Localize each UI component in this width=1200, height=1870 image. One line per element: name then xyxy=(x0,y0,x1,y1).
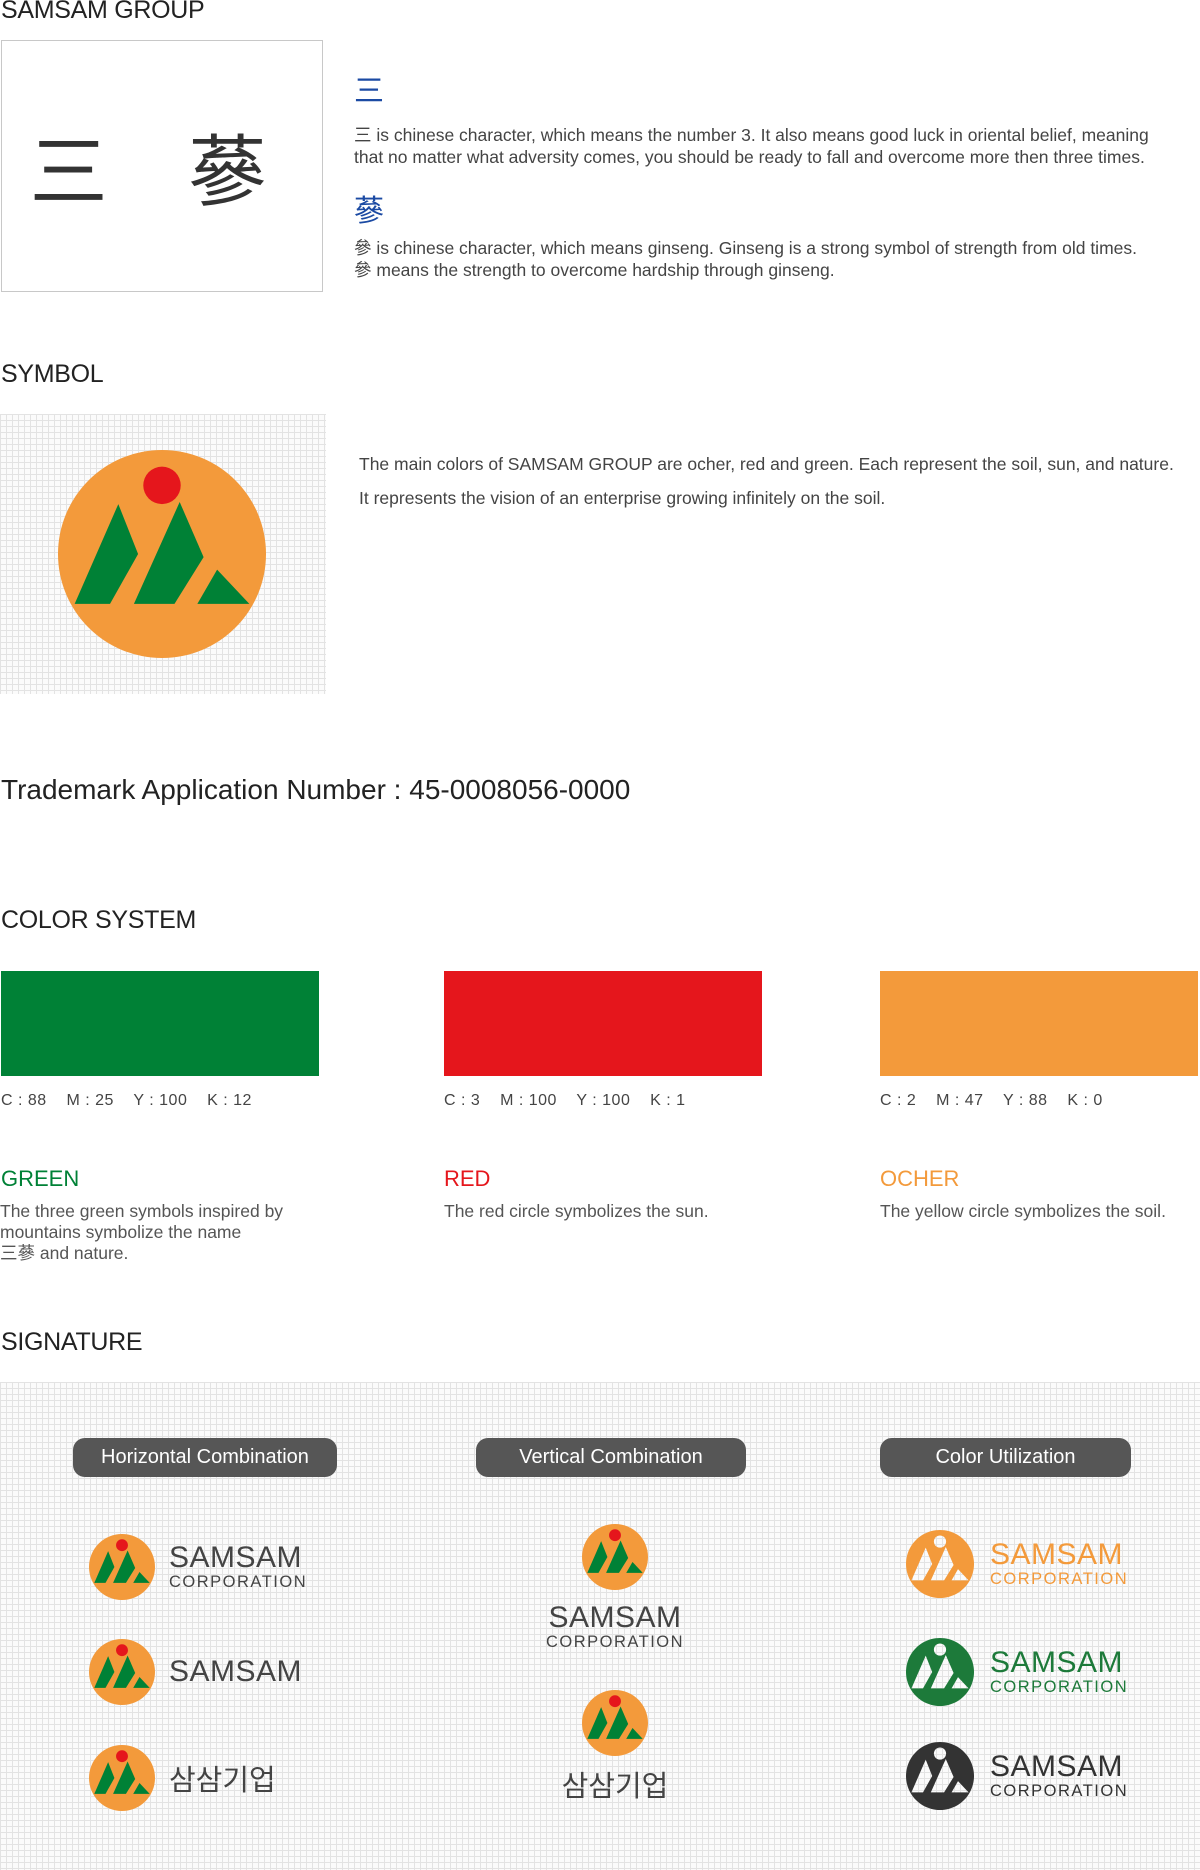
cmyk-ocher: C : 2 M : 47 Y : 88 K : 0 xyxy=(880,1092,1103,1109)
signature-grid-panel: Horizontal Combination Vertical Combinat… xyxy=(0,1382,1200,1870)
section-title-signature: SIGNATURE xyxy=(1,1328,143,1356)
char-ginseng-description: 參 is chinese character, which means gins… xyxy=(354,237,1194,281)
trademark-number: Trademark Application Number : 45-000805… xyxy=(1,774,631,805)
pill-color-utilization: Color Utilization xyxy=(880,1438,1131,1477)
hanzi-box: 三 蔘 xyxy=(1,40,323,292)
color-desc-ocher-line-1: The yellow circle symbolizes the soil. xyxy=(880,1201,1166,1221)
color-swatch-red xyxy=(444,971,762,1076)
symbol-line-1: The main colors of SAMSAM GROUP are oche… xyxy=(359,454,1174,474)
wordmark-korean: 삼삼기업 xyxy=(561,1769,669,1803)
color-name-green: GREEN xyxy=(1,1166,80,1191)
pill-horizontal-combination: Horizontal Combination xyxy=(73,1438,337,1477)
color-name-ocher: OCHER xyxy=(880,1166,960,1191)
wordmark-samsam: SAMSAM xyxy=(169,1541,303,1574)
section-title-group: SAMSAM GROUP xyxy=(1,0,205,24)
color-desc-green-line-1: The three green symbols inspired by xyxy=(0,1201,284,1221)
char-sam-line-2: that no matter what adversity comes, you… xyxy=(354,147,1145,167)
wordmark-corporation: CORPORATION xyxy=(990,1782,1129,1800)
char-ginseng-line-2: 參 means the strength to overcome hardshi… xyxy=(354,260,835,280)
hanzi-box-text: 三 蔘 xyxy=(29,128,295,218)
cmyk-green: C : 88 M : 25 Y : 100 K : 12 xyxy=(1,1092,252,1109)
pill-vertical-combination: Vertical Combination xyxy=(476,1438,746,1477)
samsam-logo-icon xyxy=(582,1690,648,1756)
samsam-logo-icon xyxy=(582,1524,648,1590)
wordmark-korean: 삼삼기업 xyxy=(169,1763,276,1797)
wordmark-corporation: CORPORATION xyxy=(990,1678,1129,1696)
color-swatch-green xyxy=(1,971,319,1076)
signature-horizontal-samsam: SAMSAM xyxy=(89,1639,302,1705)
samsam-logo-mono-ocher-icon xyxy=(906,1530,974,1598)
char-ginseng-heading: 蔘 xyxy=(354,194,384,229)
signature-horizontal-korean: 삼삼기업 xyxy=(89,1745,276,1811)
char-sam-line-1: 三 is chinese character, which means the … xyxy=(354,125,1149,145)
color-desc-green-line-3: 三蔘 and nature. xyxy=(0,1243,129,1263)
signature-vertical-korean: 삼삼기업 xyxy=(515,1690,715,1805)
samsam-logo-icon xyxy=(58,450,266,658)
samsam-logo-icon xyxy=(89,1745,155,1811)
char-ginseng-line-1: 參 is chinese character, which means gins… xyxy=(354,238,1137,258)
signature-vertical-full: SAMSAM CORPORATION xyxy=(515,1524,715,1651)
signature-color-black: SAMSAM CORPORATION xyxy=(906,1742,1128,1810)
signature-horizontal-full: SAMSAM CORPORATION xyxy=(89,1534,307,1600)
wordmark-samsam: SAMSAM xyxy=(990,1646,1124,1679)
wordmark-samsam: SAMSAM xyxy=(169,1655,303,1688)
samsam-logo-icon xyxy=(89,1639,155,1705)
wordmark-samsam: SAMSAM xyxy=(990,1538,1124,1571)
wordmark-corporation: CORPORATION xyxy=(545,1633,685,1651)
samsam-logo-mono-green-icon xyxy=(906,1638,974,1706)
symbol-grid-panel xyxy=(0,414,326,694)
char-sam-heading: 三 xyxy=(354,74,384,109)
samsam-logo-mono-black-icon xyxy=(906,1742,974,1810)
color-desc-red-line-1: The red circle symbolizes the sun. xyxy=(444,1201,709,1221)
wordmark-samsam: SAMSAM xyxy=(548,1601,682,1634)
signature-color-ocher: SAMSAM CORPORATION xyxy=(906,1530,1128,1598)
color-swatch-ocher xyxy=(880,971,1198,1076)
wordmark-corporation: CORPORATION xyxy=(169,1573,308,1591)
signature-color-green: SAMSAM CORPORATION xyxy=(906,1638,1128,1706)
color-desc-green: The three green symbols inspired by moun… xyxy=(0,1201,330,1264)
section-title-symbol: SYMBOL xyxy=(1,360,104,388)
color-desc-ocher: The yellow circle symbolizes the soil. xyxy=(880,1201,1200,1222)
section-title-color-system: COLOR SYSTEM xyxy=(1,906,197,934)
symbol-line-2: It represents the vision of an enterpris… xyxy=(359,488,886,508)
wordmark-corporation: CORPORATION xyxy=(990,1570,1129,1588)
samsam-logo-icon xyxy=(89,1534,155,1600)
wordmark-samsam: SAMSAM xyxy=(990,1750,1124,1783)
cmyk-red: C : 3 M : 100 Y : 100 K : 1 xyxy=(444,1092,686,1109)
color-desc-green-line-2: mountains symbolize the name xyxy=(0,1222,242,1242)
color-name-red: RED xyxy=(444,1166,491,1191)
char-sam-description: 三 is chinese character, which means the … xyxy=(354,124,1194,168)
color-desc-red: The red circle symbolizes the sun. xyxy=(444,1201,774,1222)
symbol-description: The main colors of SAMSAM GROUP are oche… xyxy=(359,447,1199,515)
